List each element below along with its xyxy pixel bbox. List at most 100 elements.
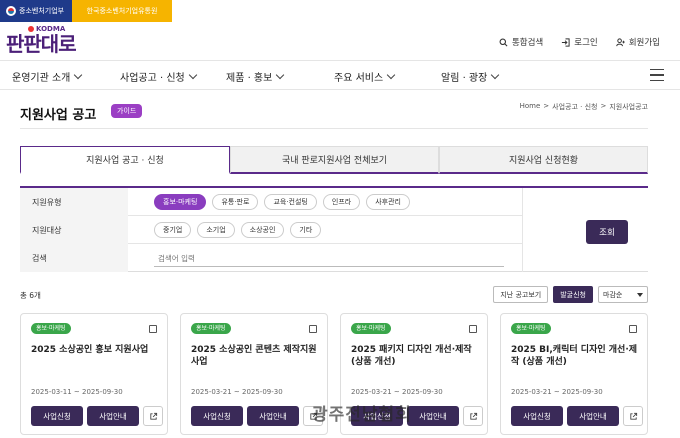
- external-link-button[interactable]: [143, 406, 163, 426]
- page-title: 지원사업 공고: [20, 108, 97, 123]
- card-date: 2025-03-21 ~ 2025-09-30: [351, 388, 443, 396]
- external-link-button[interactable]: [623, 406, 643, 426]
- breadcrumb-level1[interactable]: 사업공고 · 신청: [552, 102, 597, 112]
- nav-about-label: 운영기관 소개: [12, 73, 71, 84]
- past-notice-button[interactable]: 지난 공고보기: [493, 286, 549, 303]
- nav-about[interactable]: 운영기관 소개: [12, 69, 83, 84]
- sort-select[interactable]: 마감순: [598, 286, 648, 303]
- card-actions: 사업신청 사업안내: [191, 406, 323, 426]
- card-actions: 사업신청 사업안내: [511, 406, 643, 426]
- card-title[interactable]: 2025 패키지 디자인 개선·제작 (상품 개선): [351, 344, 479, 368]
- tab-application-status[interactable]: 지원사업 신청현황: [439, 146, 648, 174]
- chevron-down-icon: [74, 70, 83, 80]
- global-search-link[interactable]: 통합검색: [499, 36, 543, 48]
- nav-products[interactable]: 제품 · 홍보: [226, 69, 285, 84]
- filter-panel: 지원유형 홍보·마케팅 유통·판로 교육·컨설팅 인프라 사후관리 지원대상 중…: [20, 186, 648, 272]
- external-link-icon: [469, 412, 477, 420]
- card-checkbox[interactable]: [469, 325, 477, 333]
- chip-marketing[interactable]: 홍보·마케팅: [154, 194, 207, 210]
- category-badge: 홍보·마케팅: [191, 323, 231, 334]
- join-label: 회원가입: [628, 38, 660, 48]
- join-link[interactable]: 회원가입: [615, 36, 660, 48]
- external-link-icon: [629, 412, 637, 420]
- card-title[interactable]: 2025 소상공인 콘텐츠 제작지원사업: [191, 344, 319, 368]
- gov-link[interactable]: 중소벤처기업부: [0, 0, 72, 22]
- program-card: 홍보·마케팅 2025 소상공인 홍보 지원사업 2025-03-11 ~ 20…: [20, 313, 168, 435]
- category-badge: 홍보·마케팅: [511, 323, 551, 334]
- apply-button[interactable]: 사업신청: [191, 406, 243, 426]
- apply-button[interactable]: 사업신청: [31, 406, 83, 426]
- breadcrumb-level2: 지원사업공고: [609, 103, 648, 111]
- nav-notice[interactable]: 알림 · 광장: [441, 69, 500, 84]
- nav-business-label: 사업공고 · 신청: [120, 73, 185, 84]
- info-button[interactable]: 사업안내: [567, 406, 619, 426]
- card-date: 2025-03-21 ~ 2025-09-30: [191, 388, 283, 396]
- nav-services-label: 주요 서비스: [334, 73, 384, 84]
- info-button[interactable]: 사업안내: [87, 406, 139, 426]
- global-nav: 운영기관 소개 사업공고 · 신청 제품 · 홍보 주요 서비스 알림 · 광장: [0, 60, 680, 90]
- nav-services[interactable]: 주요 서비스: [334, 69, 396, 84]
- program-card: 홍보·마케팅 2025 소상공인 콘텐츠 제작지원사업 2025-03-21 ~…: [180, 313, 328, 435]
- chip-micro[interactable]: 소상공인: [240, 222, 285, 238]
- filter-target-options: 중기업 소기업 소상공인 기타: [154, 222, 322, 238]
- caret-down-icon: [637, 292, 643, 297]
- filter-row-type: 지원유형 홍보·마케팅 유통·판로 교육·컨설팅 인프라 사후관리: [20, 188, 522, 216]
- category-badge: 홍보·마케팅: [351, 323, 391, 334]
- menu-icon[interactable]: [650, 69, 664, 81]
- external-link-icon: [149, 412, 157, 420]
- gov-label: 중소벤처기업부: [19, 7, 65, 15]
- filter-row-search: 검색: [20, 244, 522, 272]
- search-button[interactable]: 조회: [586, 220, 628, 244]
- guide-button[interactable]: 가이드: [111, 104, 143, 118]
- breadcrumb-sep: >: [543, 102, 550, 110]
- sort-select-value: 마감순: [603, 290, 623, 299]
- chip-education[interactable]: 교육·컨설팅: [264, 194, 317, 210]
- card-checkbox[interactable]: [309, 325, 317, 333]
- chevron-down-icon: [188, 70, 197, 80]
- card-date: 2025-03-21 ~ 2025-09-30: [511, 388, 603, 396]
- search-icon: [499, 38, 508, 46]
- tab-domestic-all[interactable]: 국내 판로지원사업 전체보기: [230, 146, 439, 174]
- utility-menu: 통합검색 로그인 회원가입: [499, 36, 660, 48]
- program-card: 홍보·마케팅 2025 BI,캐릭터 디자인 개선·제작 (상품 개선) 202…: [500, 313, 648, 435]
- tab-bar: 지원사업 공고 · 신청 국내 판로지원사업 전체보기 지원사업 신청현황: [20, 146, 648, 174]
- card-title[interactable]: 2025 소상공인 홍보 지원사업: [31, 344, 159, 356]
- chip-aftercare[interactable]: 사후관리: [366, 194, 410, 210]
- nav-business[interactable]: 사업공고 · 신청: [120, 69, 197, 84]
- card-date: 2025-03-11 ~ 2025-09-30: [31, 388, 123, 396]
- chip-distribution[interactable]: 유통·판로: [212, 194, 259, 210]
- card-checkbox[interactable]: [149, 325, 157, 333]
- card-title[interactable]: 2025 BI,캐릭터 디자인 개선·제작 (상품 개선): [511, 344, 639, 368]
- info-button[interactable]: 사업안내: [407, 406, 459, 426]
- filter-search-label: 검색: [20, 244, 128, 272]
- breadcrumb-home[interactable]: Home: [520, 102, 541, 112]
- login-icon: [562, 37, 570, 47]
- chip-medium[interactable]: 중기업: [154, 222, 192, 238]
- total-count: 총 6개: [20, 291, 41, 300]
- breadcrumb: Home > 사업공고 · 신청 > 지원사업공고: [520, 102, 648, 112]
- chip-etc[interactable]: 기타: [290, 222, 322, 238]
- kodma-link[interactable]: 한국중소벤처기업유통원: [72, 0, 172, 22]
- apply-button[interactable]: 사업신청: [511, 406, 563, 426]
- login-link[interactable]: 로그인: [561, 36, 598, 48]
- external-link-button[interactable]: [463, 406, 483, 426]
- gov-emblem-icon: [6, 6, 16, 16]
- user-add-icon: [615, 37, 625, 46]
- card-checkbox[interactable]: [629, 325, 637, 333]
- info-button[interactable]: 사업안내: [247, 406, 299, 426]
- tab-announcement[interactable]: 지원사업 공고 · 신청: [20, 146, 230, 174]
- filter-type-options: 홍보·마케팅 유통·판로 교육·컨설팅 인프라 사후관리: [154, 194, 410, 210]
- login-label: 로그인: [574, 38, 598, 48]
- applying-button[interactable]: 발굴신청: [553, 286, 593, 303]
- global-search-label: 통합검색: [511, 38, 544, 48]
- site-logo[interactable]: KODMA 판판대로: [6, 25, 77, 56]
- logo-text: 판판대로: [6, 32, 77, 56]
- chip-small[interactable]: 소기업: [197, 222, 235, 238]
- chevron-down-icon: [386, 70, 396, 80]
- filter-submit-area: 조회: [522, 188, 648, 272]
- card-actions: 사업신청 사업안내: [31, 406, 163, 426]
- search-input[interactable]: [154, 250, 504, 267]
- title-divider: [20, 128, 648, 129]
- top-bar: 중소벤처기업부 한국중소벤처기업유통원: [0, 0, 680, 22]
- chip-infra[interactable]: 인프라: [322, 194, 361, 210]
